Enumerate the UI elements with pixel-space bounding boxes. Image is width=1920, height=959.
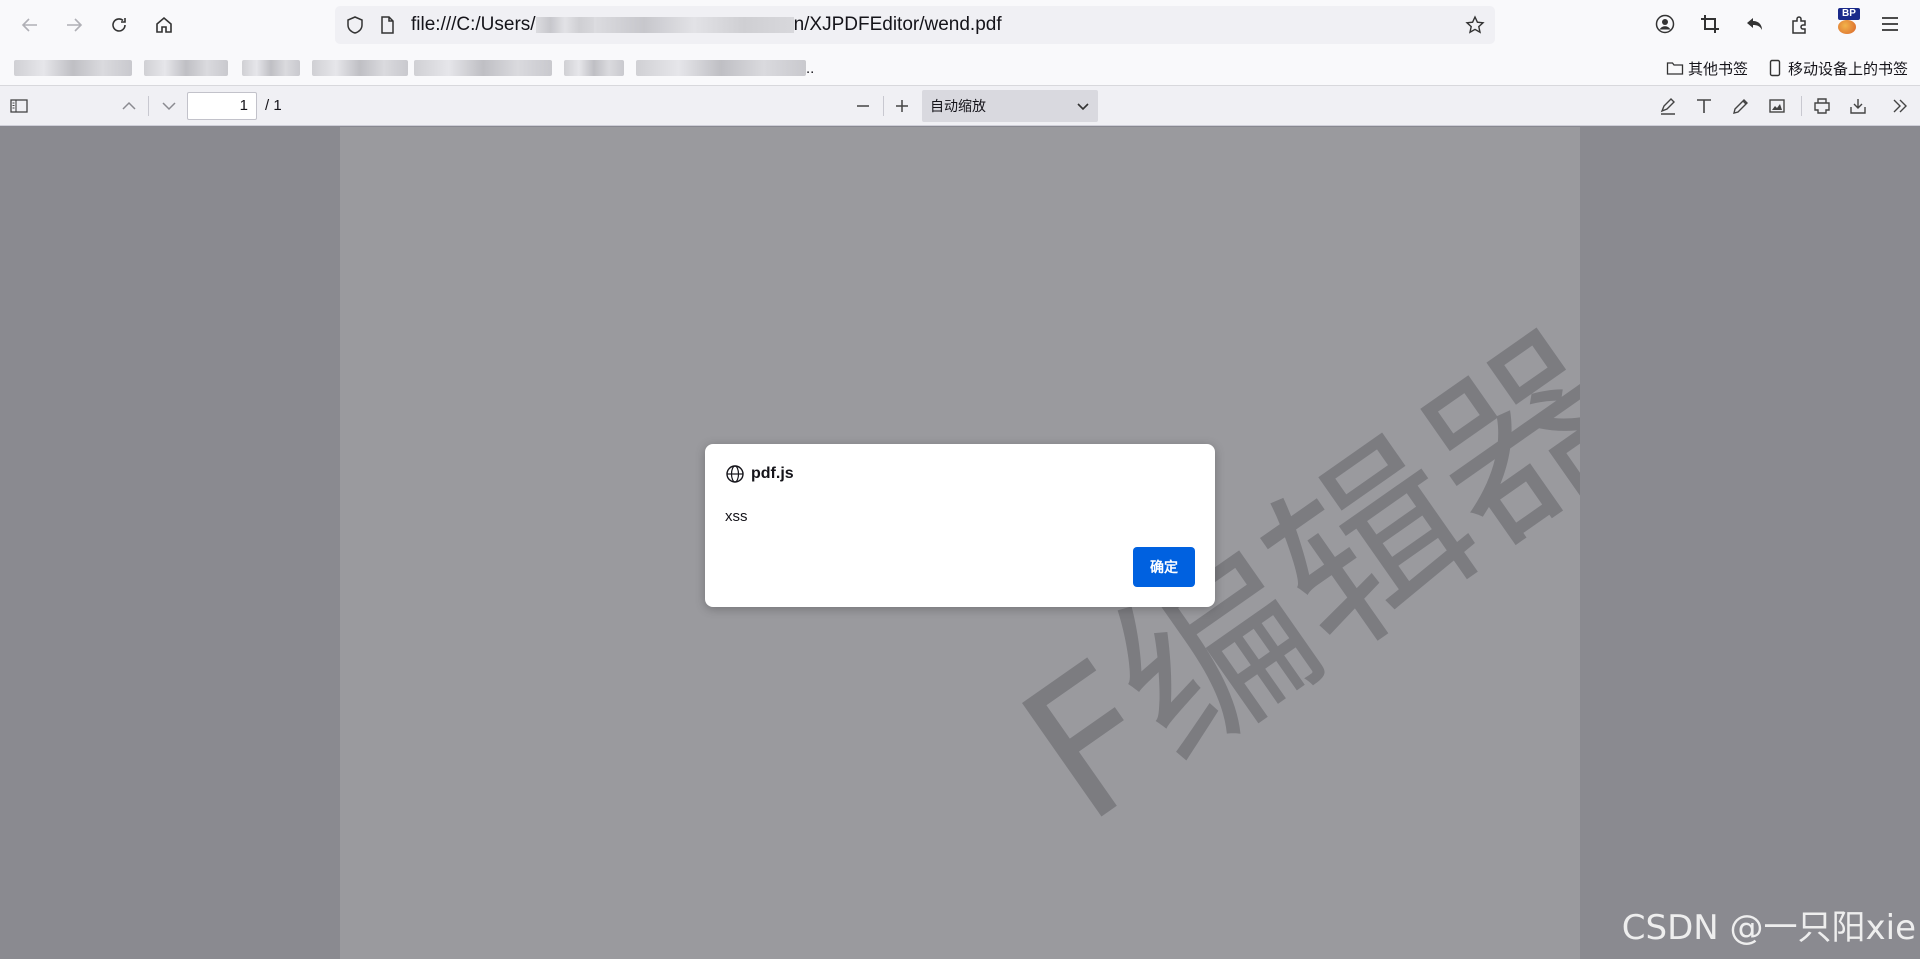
undo-icon [1747, 18, 1762, 30]
printer-icon [1814, 98, 1830, 114]
bookmarks-bar: .. 其他书签 移动设备上的书签 [0, 50, 1920, 86]
reload-icon [112, 18, 126, 32]
forward-button[interactable] [58, 9, 90, 41]
bookmark-item[interactable] [242, 60, 300, 76]
url-bar[interactable]: file:///C:/Users/n/XJPDFEditor/wend.pdf [335, 6, 1495, 44]
zoom-out-button[interactable] [849, 92, 877, 120]
chevron-up-icon [122, 101, 136, 110]
url-text[interactable]: file:///C:/Users/n/XJPDFEditor/wend.pdf [411, 6, 1002, 44]
sidebar-icon [10, 99, 28, 113]
other-bookmarks[interactable]: 其他书签 [1666, 50, 1748, 86]
account-button[interactable] [1652, 11, 1678, 37]
mobile-bookmarks[interactable]: 移动设备上的书签 [1766, 50, 1908, 86]
star-icon[interactable] [1465, 15, 1485, 35]
hamburger-icon [1882, 17, 1898, 31]
image-icon [1769, 99, 1785, 113]
arrow-right-icon [67, 18, 83, 32]
url-redacted [593, 16, 794, 33]
toolbar-separator [883, 96, 884, 116]
highlight-tool-button[interactable] [1654, 92, 1682, 120]
csdn-watermark: CSDN @一只阳xie [1621, 908, 1916, 948]
chevron-down-icon [162, 102, 176, 111]
zoom-in-button[interactable] [888, 92, 916, 120]
menu-button[interactable] [1877, 11, 1903, 37]
bookmark-item[interactable] [564, 60, 624, 76]
globe-icon [726, 465, 744, 483]
pdf-toolbar: 1 / 1 自动缩放 [0, 86, 1920, 126]
sidebar-toggle-button[interactable] [5, 92, 33, 120]
url-prefix: file:///C:/Users/ [411, 14, 536, 35]
page-count: / 1 [265, 97, 282, 114]
next-page-button[interactable] [155, 92, 183, 120]
secondary-toolbar-toggle[interactable] [1886, 92, 1914, 120]
ok-button[interactable]: 确定 [1133, 547, 1195, 587]
page-number-input[interactable]: 1 [187, 92, 257, 120]
text-icon [1697, 99, 1711, 113]
undo-close-tab-button[interactable] [1742, 11, 1768, 37]
home-icon [156, 16, 172, 33]
screenshot-button[interactable] [1697, 11, 1723, 37]
url-redacted [535, 16, 594, 33]
bookmark-item[interactable] [14, 60, 132, 76]
pencil-icon [1733, 99, 1748, 114]
double-chevron-right-icon [1893, 99, 1907, 113]
dialog-origin: pdf.js [751, 465, 794, 482]
file-icon[interactable] [377, 15, 397, 35]
text-tool-button[interactable] [1690, 92, 1718, 120]
bp-extension-icon [1838, 20, 1856, 34]
url-suffix: n/XJPDFEditor/wend.pdf [793, 14, 1002, 35]
bp-extension-badge: BP [1838, 8, 1860, 20]
bookmark-item[interactable] [636, 60, 806, 76]
dialog-message: xss [725, 508, 748, 525]
chevron-down-icon [1077, 103, 1089, 111]
dialog-title: pdf.js [725, 464, 794, 484]
zoom-select[interactable]: 自动缩放 [922, 90, 1098, 122]
plus-icon [896, 100, 908, 112]
puzzle-icon [1792, 16, 1806, 34]
account-icon [1655, 14, 1675, 34]
print-button[interactable] [1808, 92, 1836, 120]
browser-toolbar: file:///C:/Users/n/XJPDFEditor/wend.pdf … [0, 0, 1920, 50]
image-tool-button[interactable] [1763, 92, 1791, 120]
home-button[interactable] [148, 9, 180, 41]
bookmark-item[interactable] [144, 60, 228, 76]
extensions-button[interactable] [1787, 11, 1813, 37]
toolbar-separator [1801, 96, 1802, 116]
reload-button[interactable] [103, 9, 135, 41]
shield-icon[interactable] [345, 15, 365, 35]
mobile-bookmarks-label: 移动设备上的书签 [1788, 60, 1909, 78]
back-button[interactable] [14, 9, 46, 41]
zoom-select-value: 自动缩放 [930, 98, 986, 114]
minus-icon [857, 105, 869, 107]
highlighter-icon [1660, 98, 1675, 115]
other-bookmarks-label: 其他书签 [1688, 60, 1749, 78]
bookmarks-overflow[interactable]: .. [806, 50, 814, 86]
download-button[interactable] [1844, 92, 1872, 120]
bookmark-item[interactable] [312, 60, 408, 76]
previous-page-button[interactable] [115, 92, 143, 120]
folder-icon [1666, 62, 1684, 75]
arrow-left-icon [21, 18, 37, 32]
draw-tool-button[interactable] [1727, 92, 1755, 120]
bookmark-item[interactable] [414, 60, 552, 76]
mobile-device-icon [1769, 59, 1781, 77]
toolbar-separator [148, 96, 149, 116]
crop-icon [1701, 15, 1719, 33]
save-icon [1850, 99, 1866, 114]
alert-dialog: pdf.js xss 确定 [705, 444, 1215, 607]
